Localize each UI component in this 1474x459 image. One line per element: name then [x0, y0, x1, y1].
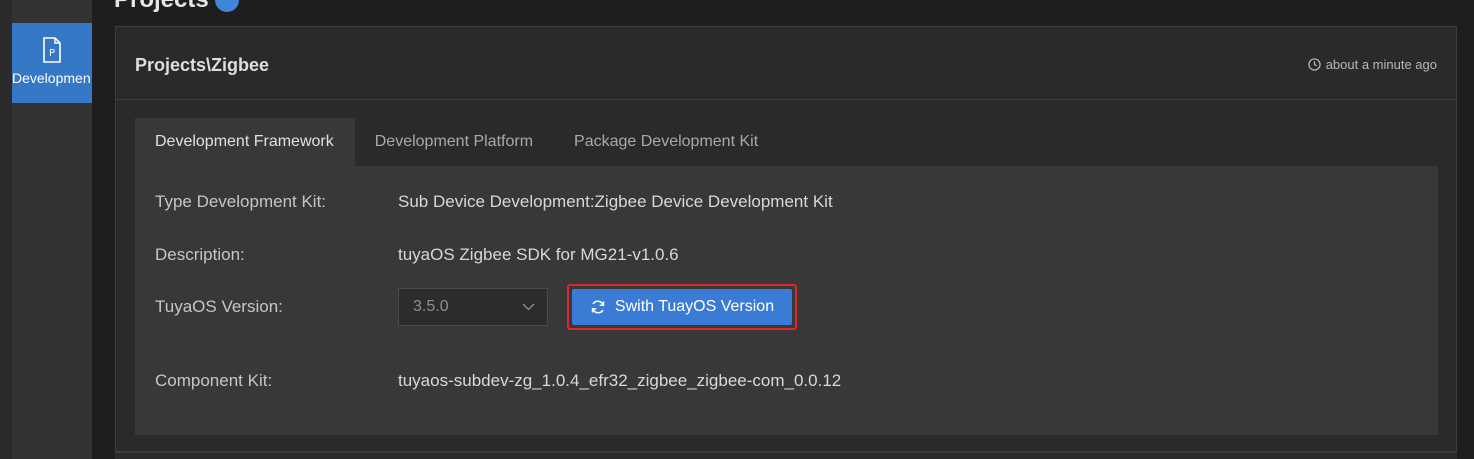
- component-kit-label: Component Kit:: [155, 371, 273, 390]
- tab-package-development-kit[interactable]: Package Development Kit: [554, 118, 779, 166]
- svg-text:P: P: [49, 48, 55, 59]
- refresh-icon: [591, 300, 605, 314]
- type-dev-kit-value: Sub Device Development:Zigbee Device Dev…: [398, 192, 833, 211]
- tuyaos-version-label: TuyaOS Version:: [155, 297, 283, 316]
- description-value: tuyaOS Zigbee SDK for MG21-v1.0.6: [398, 245, 679, 264]
- panel-header: Projects\Zigbee about a minute ago: [116, 27, 1456, 100]
- component-kit-value: tuyaos-subdev-zg_1.0.4_efr32_zigbee_zigb…: [398, 371, 842, 390]
- page-heading-text: Projects: [114, 0, 209, 14]
- timestamp: about a minute ago: [1308, 57, 1437, 72]
- tab-development-framework[interactable]: Development Framework: [135, 118, 355, 166]
- tab-bar: Development Framework Development Platfo…: [135, 118, 779, 166]
- project-panel: Projects\Zigbee about a minute ago Devel…: [115, 26, 1457, 452]
- heading-badge: [214, 0, 239, 12]
- clock-icon: [1308, 58, 1321, 71]
- panel-title: Projects\Zigbee: [135, 55, 270, 75]
- tuyaos-version-select[interactable]: 3.5.0: [398, 288, 548, 326]
- tab-development-platform[interactable]: Development Platform: [355, 118, 554, 166]
- tuyaos-version-selected: 3.5.0: [413, 298, 449, 315]
- description-label: Description:: [155, 245, 245, 264]
- next-panel-edge: [115, 452, 1457, 459]
- type-dev-kit-label: Type Development Kit:: [155, 192, 327, 211]
- page-heading: Projects: [114, 0, 239, 14]
- activity-bar: P Developmen: [12, 0, 92, 459]
- chevron-down-icon: [522, 303, 535, 311]
- timestamp-text: about a minute ago: [1325, 57, 1437, 72]
- tab-content: Type Development Kit: Sub Device Develop…: [135, 166, 1438, 435]
- switch-version-label: Swith TuayOS Version: [614, 298, 775, 315]
- switch-version-highlight: Swith TuayOS Version: [567, 284, 797, 330]
- project-icon: P: [43, 37, 61, 63]
- activity-item-label: Developmen: [12, 70, 91, 86]
- activity-item-development[interactable]: P Developmen: [12, 23, 92, 103]
- switch-version-button[interactable]: Swith TuayOS Version: [572, 289, 792, 325]
- left-edge-strip: [0, 0, 12, 459]
